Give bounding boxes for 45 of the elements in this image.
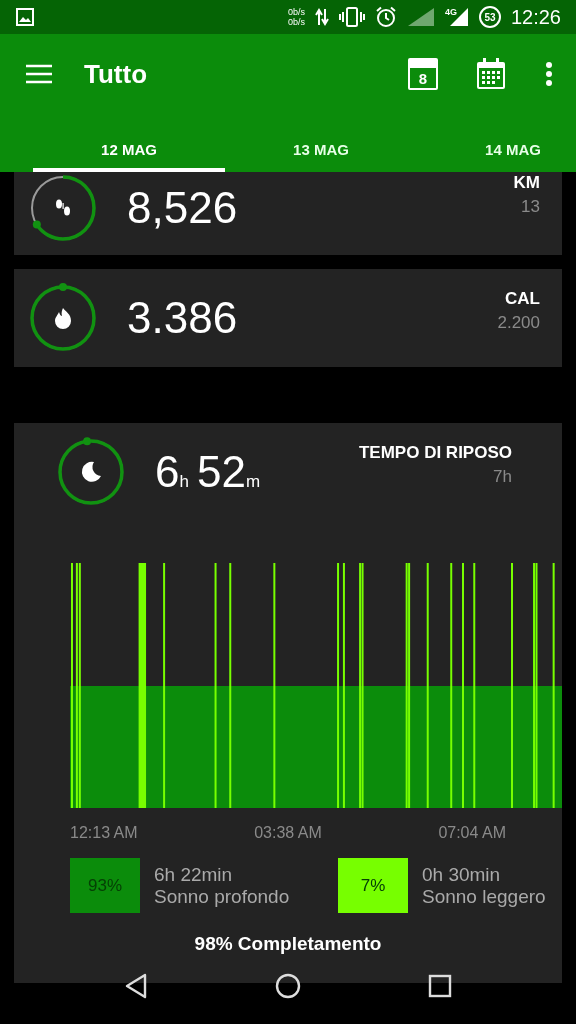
picture-icon <box>16 8 34 26</box>
stat-label: TEMPO DI RIPOSO <box>358 443 512 463</box>
battery-icon: 53 <box>478 6 501 28</box>
more-options-button[interactable] <box>546 62 552 86</box>
stat-value: 8,526 <box>127 183 238 233</box>
network-type: 4G <box>444 7 457 17</box>
progress-ring <box>28 283 98 353</box>
goal-value: 7h <box>493 467 512 487</box>
progress-ring <box>56 437 126 507</box>
download-speed: 0b/s <box>287 17 305 27</box>
day-view-button[interactable]: 8 <box>408 58 438 90</box>
sleep-percent: 7% <box>360 875 386 896</box>
sleep-duration: 6h 22min <box>154 863 234 886</box>
completion-text: 98% Completamento <box>193 933 383 955</box>
date-tab[interactable]: 14 MAG <box>417 114 576 172</box>
alarm-icon <box>374 6 397 28</box>
sleep-percent: 93% <box>88 875 122 896</box>
sleep-type: Sonno profondo <box>154 885 290 908</box>
back-icon <box>124 973 148 999</box>
upload-speed: 0b/s <box>287 7 305 17</box>
sleep-duration: 0h 30min <box>422 863 502 886</box>
date-tab[interactable]: 13 MAG <box>225 114 417 172</box>
stat-value: 6h 52m <box>155 447 262 497</box>
recents-icon <box>428 974 452 998</box>
menu-icon <box>26 64 52 84</box>
month-view-button[interactable] <box>476 58 506 90</box>
goal-value: 13 <box>521 197 540 217</box>
menu-button[interactable] <box>26 64 52 84</box>
stat-label: CAL <box>505 289 540 309</box>
home-icon <box>275 973 301 999</box>
vibrate-icon <box>338 7 365 27</box>
stat-label: KM <box>513 173 540 193</box>
time-label: 07:04 AM <box>438 824 506 842</box>
data-arrows-icon <box>314 8 329 26</box>
time-label: 03:38 AM <box>254 824 322 842</box>
clock: 12:26 <box>510 5 561 29</box>
sleep-type: Sonno leggero <box>422 885 546 908</box>
goal-value: 2.200 <box>497 313 540 333</box>
calendar-icon <box>476 58 506 90</box>
signal-icon <box>406 7 435 27</box>
progress-ring <box>28 173 98 243</box>
time-label: 12:13 AM <box>70 824 138 842</box>
stat-value: 3.386 <box>127 293 238 343</box>
screen-title: Tutto <box>84 58 148 90</box>
more-icon <box>546 62 552 86</box>
